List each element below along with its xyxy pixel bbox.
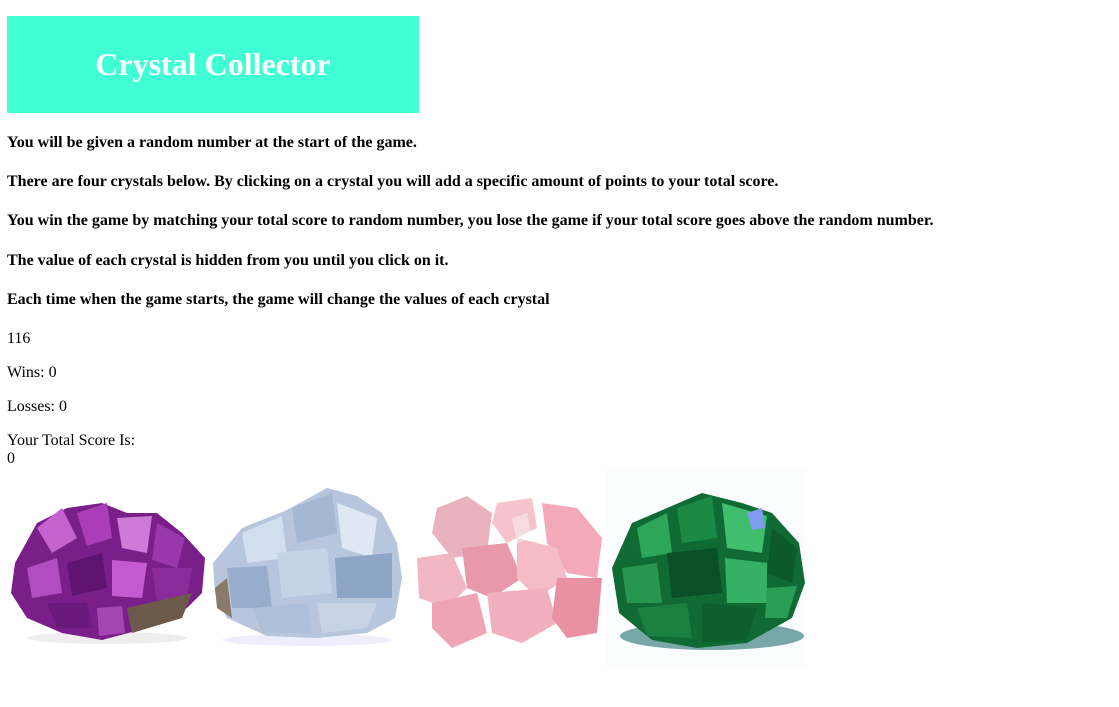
- title-banner: Crystal Collector: [7, 16, 419, 113]
- crystal-row: [7, 468, 807, 668]
- crystal-amethyst[interactable]: [7, 468, 207, 668]
- emerald-icon: [607, 468, 807, 668]
- random-number: 116: [7, 330, 31, 347]
- crystal-emerald[interactable]: [607, 468, 807, 668]
- wins-counter: Wins: 0: [7, 364, 57, 381]
- crystal-rose-quartz[interactable]: [407, 468, 607, 668]
- instruction-4: The value of each crystal is hidden from…: [7, 252, 449, 269]
- instruction-1: You will be given a random number at the…: [7, 134, 417, 151]
- score-label: Your Total Score Is:: [7, 432, 136, 449]
- instruction-5: Each time when the game starts, the game…: [7, 291, 550, 308]
- amethyst-icon: [11, 503, 205, 644]
- instruction-3: You win the game by matching your total …: [7, 212, 934, 229]
- instruction-2: There are four crystals below. By clicki…: [7, 173, 779, 190]
- celestite-icon: [213, 488, 402, 646]
- page-title: Crystal Collector: [95, 46, 331, 82]
- score-value: 0: [7, 450, 15, 467]
- page: Crystal Collector You will be given a ra…: [0, 0, 1119, 707]
- rose-quartz-icon: [417, 496, 602, 648]
- crystal-celestite[interactable]: [207, 468, 407, 668]
- losses-counter: Losses: 0: [7, 398, 67, 415]
